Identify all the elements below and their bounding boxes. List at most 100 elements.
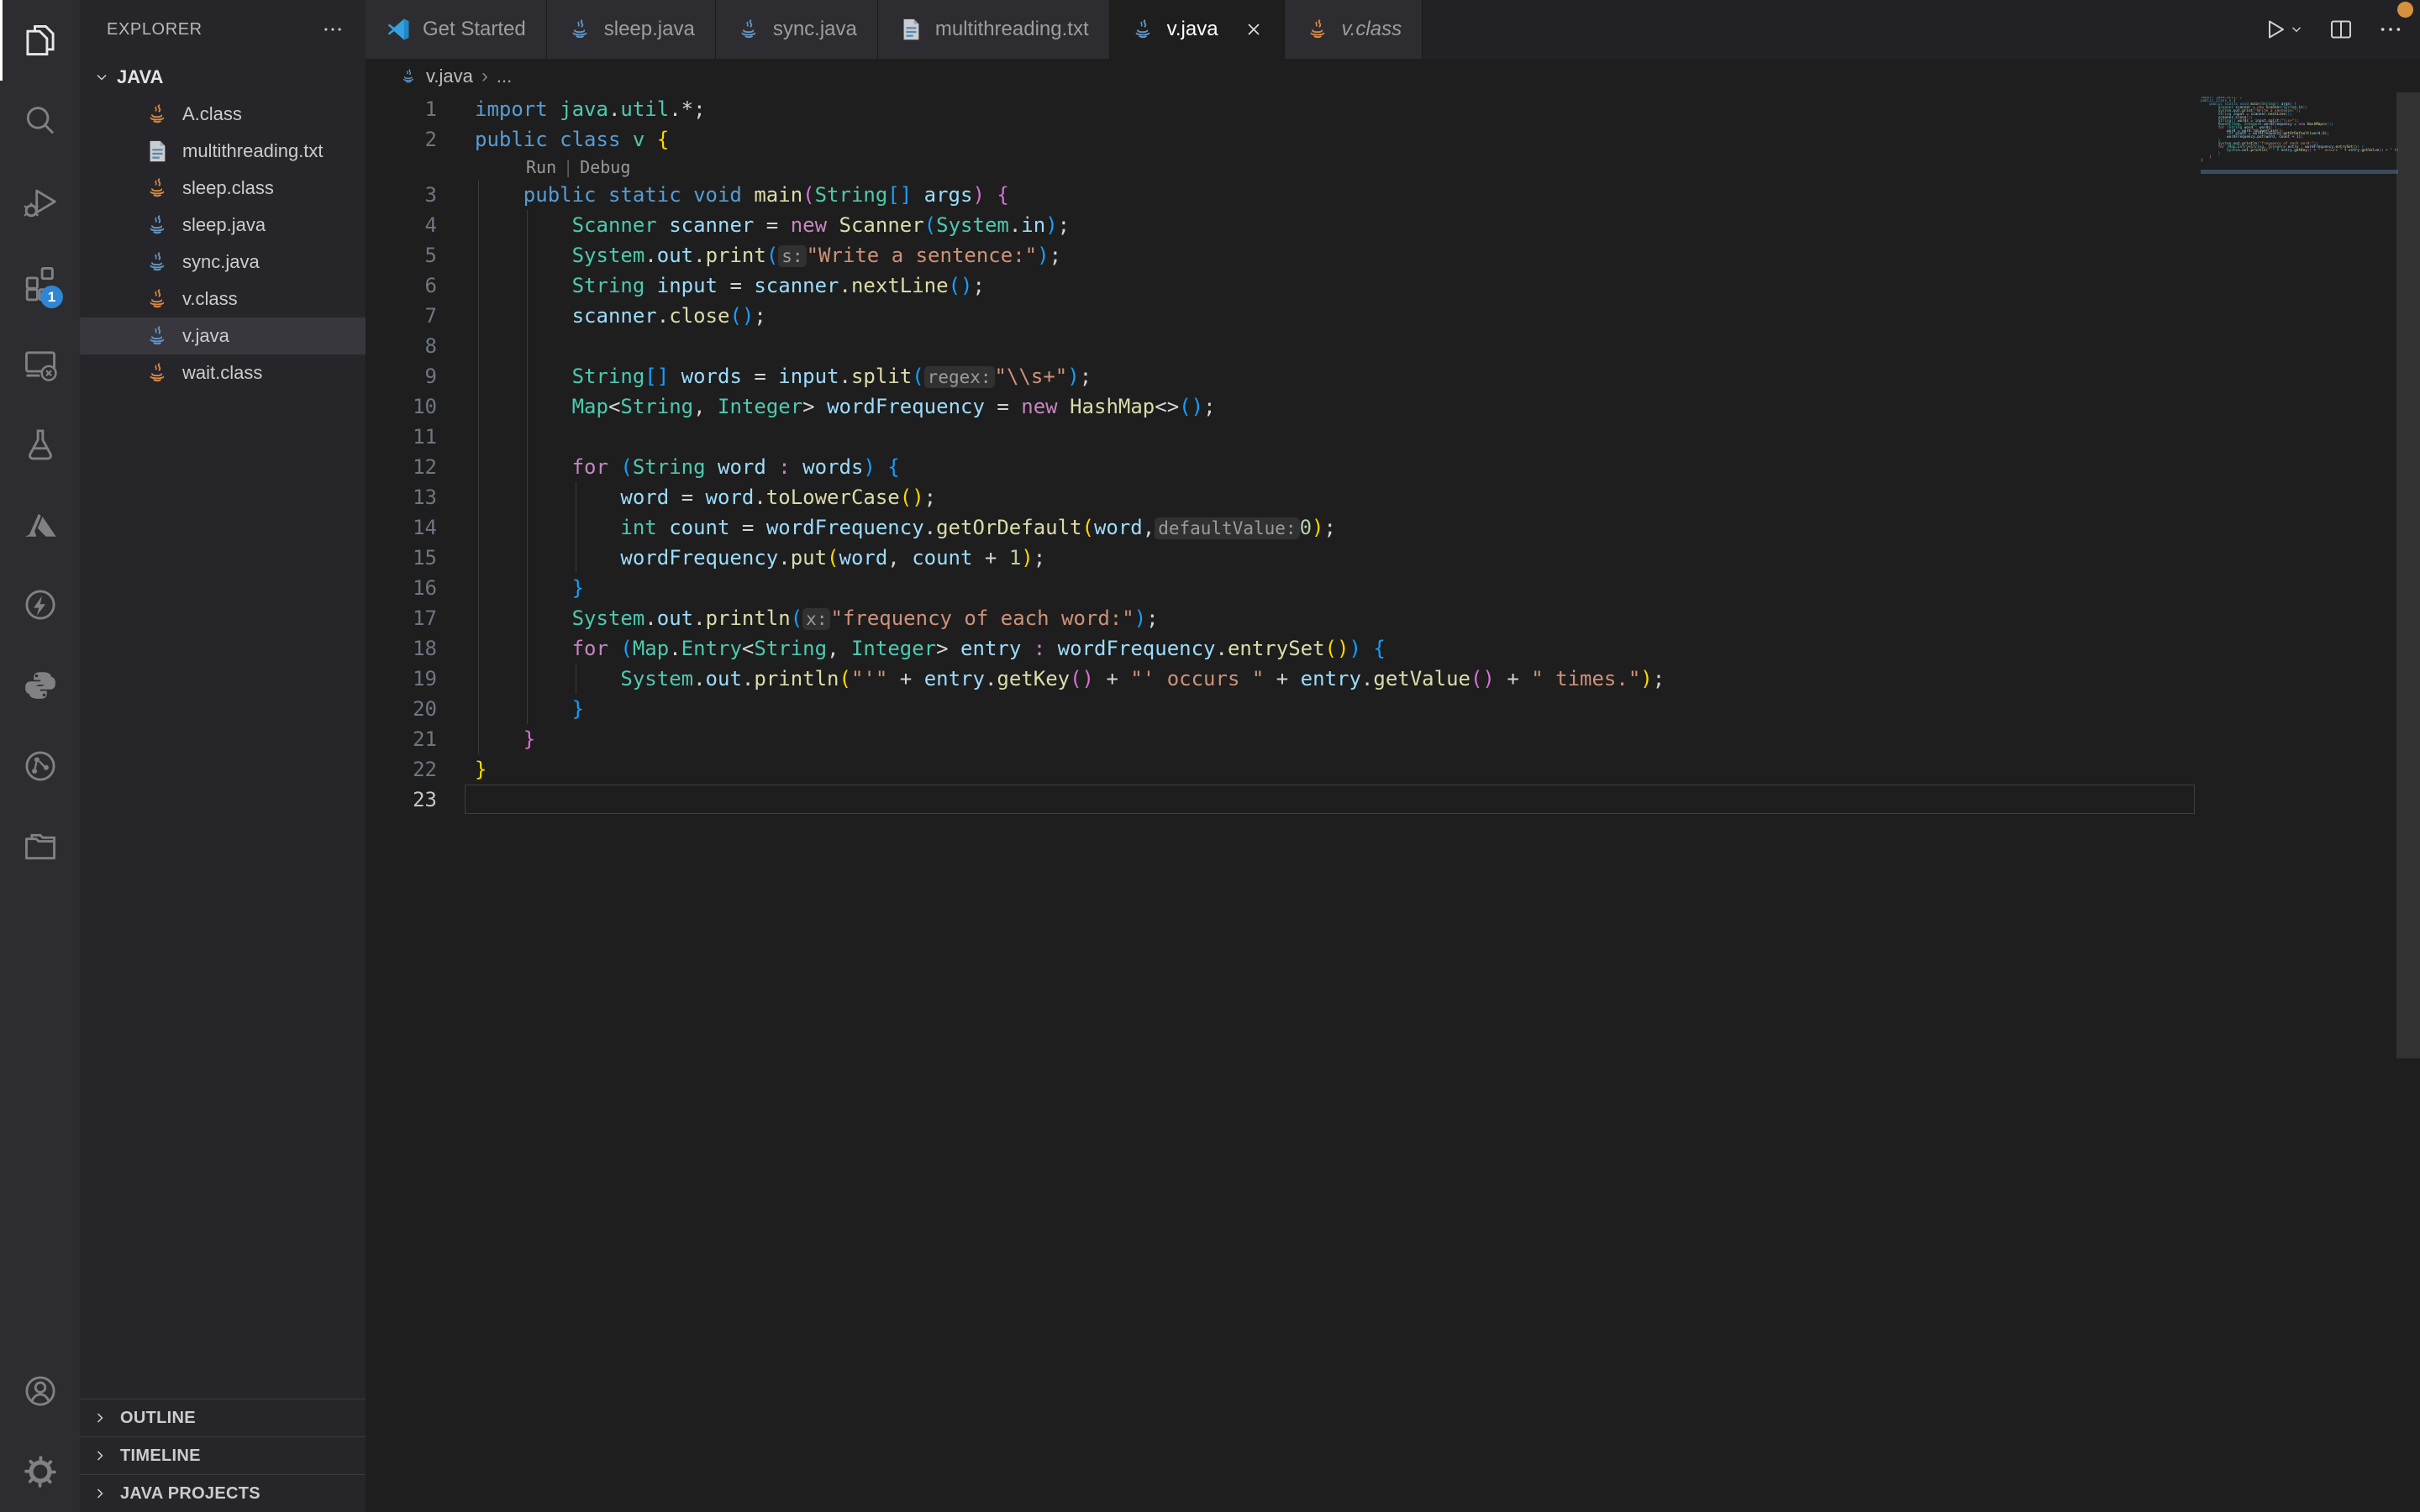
section-java-projects[interactable]: JAVA PROJECTS xyxy=(80,1474,366,1512)
indent-guide xyxy=(527,512,528,543)
activitybar-settings[interactable] xyxy=(0,1431,80,1512)
tab-v.class[interactable]: v.class xyxy=(1285,0,1423,59)
tab-multithreading.txt[interactable]: multithreading.txt xyxy=(878,0,1110,59)
code-token: count xyxy=(912,546,972,570)
more-actions-icon xyxy=(322,18,344,40)
activitybar-search[interactable] xyxy=(0,81,80,161)
code-line-5[interactable]: 5System.out.print(s:"Write a sentence:")… xyxy=(366,240,2395,270)
code-line-14[interactable]: 14int count = wordFrequency.getOrDefault… xyxy=(366,512,2395,543)
tab-sleep.java[interactable]: sleep.java xyxy=(547,0,716,59)
code-token: ; xyxy=(2305,106,2307,110)
code-area[interactable]: 1import java.util.*;2public class v {Run… xyxy=(366,94,2395,815)
code-line-11[interactable]: 11 xyxy=(366,422,2395,452)
sidebar-bottom-sections: OUTLINETIMELINEJAVA PROJECTS xyxy=(80,1399,366,1512)
codelens-debug-link[interactable]: Debug xyxy=(580,157,630,177)
code-line-8[interactable]: 8 xyxy=(366,331,2395,361)
code-line-15[interactable]: 15wordFrequency.put(word, count + 1); xyxy=(366,543,2395,573)
code-line-23[interactable]: 23 xyxy=(366,785,2395,815)
code-line-1[interactable]: 1import java.util.*; xyxy=(366,94,2395,124)
tab-v.java[interactable]: v.java xyxy=(1110,0,1285,59)
code-line-2[interactable]: 2public class v { xyxy=(366,124,2395,155)
activitybar-remote-explorer[interactable] xyxy=(0,323,80,403)
code-line-7[interactable]: 7scanner.close(); xyxy=(366,301,2395,331)
code-line-9[interactable]: 9String[] words = input.split(regex:"\\s… xyxy=(366,361,2395,391)
vertical-scrollbar[interactable] xyxy=(2396,92,2420,1058)
java-blue-icon xyxy=(567,17,592,42)
activitybar-explorer[interactable] xyxy=(0,0,80,81)
code-line-6[interactable]: 6String input = scanner.nextLine(); xyxy=(366,270,2395,301)
code-token xyxy=(608,455,620,479)
file-item-v.class[interactable]: v.class xyxy=(80,281,366,318)
code-token: . xyxy=(608,97,620,121)
code-token: util xyxy=(620,97,669,121)
explorer-more-actions-icon[interactable] xyxy=(322,18,344,40)
code-line-4[interactable]: 4Scanner scanner = new Scanner(System.in… xyxy=(366,210,2395,240)
line-number: 11 xyxy=(366,422,437,452)
code-line-22[interactable]: 22} xyxy=(366,754,2395,785)
breadcrumb-symbol[interactable]: ... xyxy=(497,66,512,87)
code-line-13[interactable]: 13word = word.toLowerCase(); xyxy=(366,482,2395,512)
tab-sync.java[interactable]: sync.java xyxy=(716,0,878,59)
chevron-down-icon xyxy=(93,69,110,86)
tab-label: v.java xyxy=(1167,18,1218,41)
code-token: System xyxy=(936,213,1009,237)
code-token: + xyxy=(2290,135,2296,139)
activitybar-accounts[interactable] xyxy=(0,1351,80,1431)
activitybar-run-and-debug[interactable] xyxy=(0,161,80,242)
file-item-wait.class[interactable]: wait.class xyxy=(80,354,366,391)
line-number: 22 xyxy=(366,754,437,785)
line-number: 5 xyxy=(366,240,437,270)
code-token: ; xyxy=(2331,123,2333,127)
tab-get-started[interactable]: Get Started xyxy=(366,0,547,59)
section-timeline[interactable]: TIMELINE xyxy=(80,1436,366,1474)
file-item-v.java[interactable]: v.java xyxy=(80,318,366,354)
code-token: ( xyxy=(839,667,851,690)
file-item-multithreading.txt[interactable]: multithreading.txt xyxy=(80,133,366,170)
breadcrumb-file[interactable]: v.java xyxy=(426,66,473,87)
activitybar-azure[interactable] xyxy=(0,484,80,564)
line-number: 12 xyxy=(366,452,437,482)
activitybar-extensions[interactable]: 1 xyxy=(0,242,80,323)
file-item-sleep.java[interactable]: sleep.java xyxy=(80,207,366,244)
indent-guide xyxy=(527,331,528,361)
activitybar-live-share[interactable] xyxy=(0,726,80,806)
file-name: v.class xyxy=(182,288,238,310)
close-icon[interactable] xyxy=(1244,19,1264,39)
code-line-18[interactable]: 18for (Map.Entry<String, Integer> entry … xyxy=(366,633,2395,664)
java-file-icon xyxy=(399,67,418,86)
section-outline[interactable]: OUTLINE xyxy=(80,1399,366,1436)
minimap[interactable]: import java.util.*;public class v { publ… xyxy=(2201,97,2398,235)
code-token: ) xyxy=(1134,606,1146,630)
inlay-hint: regex: xyxy=(924,366,995,388)
code-line-3[interactable]: 3public static void main(String[] args) … xyxy=(366,180,2395,210)
codelens-run-link[interactable]: Run xyxy=(526,157,556,177)
code-line-20[interactable]: 20} xyxy=(366,694,2395,724)
breadcrumb[interactable]: v.java › ... xyxy=(366,59,2420,94)
code-token: . xyxy=(644,606,656,630)
code-token: ; xyxy=(924,486,936,509)
activitybar-testing[interactable] xyxy=(0,403,80,484)
code-line-10[interactable]: 10Map<String, Integer> wordFrequency = n… xyxy=(366,391,2395,422)
run-button[interactable] xyxy=(2262,16,2304,43)
folder-root-java[interactable]: JAVA xyxy=(80,59,366,96)
file-item-sync.java[interactable]: sync.java xyxy=(80,244,366,281)
file-item-sleep.class[interactable]: sleep.class xyxy=(80,170,366,207)
code-line-12[interactable]: 12for (String word : words) { xyxy=(366,452,2395,482)
code-token: scanner xyxy=(572,304,657,328)
split-editor-button[interactable] xyxy=(2328,16,2354,43)
activitybar-project-manager[interactable] xyxy=(0,806,80,887)
code-token: word xyxy=(2266,135,2275,139)
code-line-21[interactable]: 21} xyxy=(366,724,2395,754)
code-token: java xyxy=(560,97,608,121)
tab-label: v.class xyxy=(1342,18,1402,41)
circle-nodes-icon xyxy=(21,747,60,785)
search-icon xyxy=(21,102,60,140)
code-line-19[interactable]: 19System.out.println("'" + entry.getKey(… xyxy=(366,664,2395,694)
code-line-16[interactable]: 16} xyxy=(366,573,2395,603)
file-item-A.class[interactable]: A.class xyxy=(80,96,366,133)
activitybar-thunder-client[interactable] xyxy=(0,564,80,645)
activitybar-python[interactable] xyxy=(0,645,80,726)
code-line-17[interactable]: 17System.out.println(x:"frequency of eac… xyxy=(366,603,2395,633)
more-actions-button[interactable] xyxy=(2378,17,2403,42)
code-token: { xyxy=(997,183,1008,207)
